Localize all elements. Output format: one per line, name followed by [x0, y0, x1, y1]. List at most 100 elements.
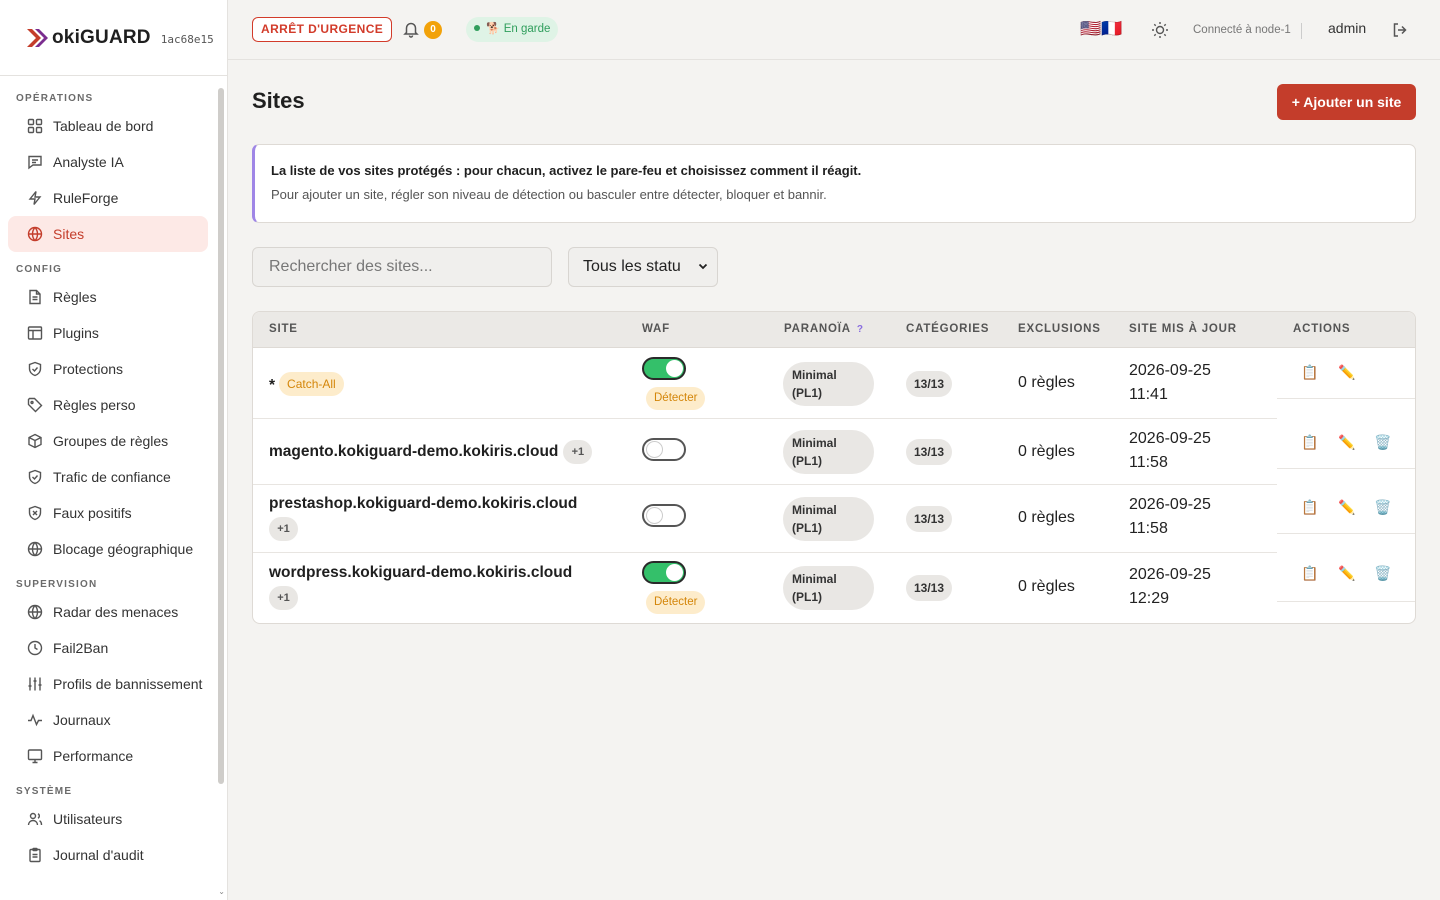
- paranoia-level-badge[interactable]: Minimal (PL1): [783, 362, 874, 406]
- sidebar-item-fail2ban[interactable]: Fail2Ban: [8, 630, 208, 666]
- current-user[interactable]: admin: [1328, 20, 1366, 36]
- sites-table: SITE WAF PARANOÏA? CATÉGORIES EXCLUSIONS…: [252, 311, 1416, 624]
- updated-time: 11:58: [1129, 520, 1168, 537]
- waf-mode-badge[interactable]: Détecter: [646, 591, 706, 614]
- sidebar-item-regles-perso[interactable]: Règles perso: [8, 387, 208, 423]
- copy-icon[interactable]: 📋: [1301, 499, 1318, 516]
- sidebar-item-groupes-de-regles[interactable]: Groupes de règles: [8, 423, 208, 459]
- waf-toggle[interactable]: [642, 357, 686, 380]
- sidebar-item-label: Radar des menaces: [53, 604, 179, 620]
- sidebar-item-faux-positifs[interactable]: Faux positifs: [8, 495, 208, 531]
- sidebar-item-label: Fail2Ban: [53, 640, 109, 656]
- updated-datetime: 2026-09-25 12:29: [1129, 563, 1211, 611]
- copy-icon[interactable]: 📋: [1301, 434, 1318, 451]
- updated-time: 11:41: [1129, 386, 1168, 403]
- waf-toggle[interactable]: [642, 438, 686, 461]
- sidebar-item-protections[interactable]: Protections: [8, 351, 208, 387]
- delete-icon[interactable]: 🗑️: [1374, 434, 1391, 451]
- logout-icon[interactable]: [1391, 21, 1409, 39]
- copy-icon[interactable]: 📋: [1301, 565, 1318, 582]
- sidebar-item-ruleforge[interactable]: RuleForge: [8, 180, 208, 216]
- edit-icon[interactable]: ✏️: [1338, 434, 1355, 451]
- paranoia-level-badge[interactable]: Minimal (PL1): [783, 497, 874, 541]
- column-header-waf[interactable]: WAF: [642, 323, 670, 335]
- emergency-stop-button[interactable]: ARRÊT D'URGENCE: [252, 17, 393, 42]
- edit-icon[interactable]: ✏️: [1338, 364, 1355, 381]
- site-name[interactable]: * Catch-All: [269, 372, 344, 396]
- globe-icon: [26, 540, 44, 558]
- sidebar-item-label: Règles: [53, 289, 97, 305]
- sidebar-item-label: Faux positifs: [53, 505, 132, 521]
- sidebar-scrollbar[interactable]: [218, 88, 224, 784]
- updated-date: 2026-09-25: [1129, 362, 1211, 379]
- categories-badge[interactable]: 13/13: [906, 506, 953, 532]
- edit-icon[interactable]: ✏️: [1338, 565, 1355, 582]
- paranoia-level-code: (PL1): [792, 386, 822, 400]
- box-icon: [26, 432, 44, 450]
- sidebar-item-utilisateurs[interactable]: Utilisateurs: [8, 801, 208, 837]
- actions-cell: 📋 ✏️ 🗑️: [1277, 534, 1415, 602]
- sidebar-item-journaux[interactable]: Journaux: [8, 702, 208, 738]
- sidebar-item-plugins[interactable]: Plugins: [8, 315, 208, 351]
- extra-hosts-badge[interactable]: +1: [269, 517, 298, 541]
- site-host: *: [269, 377, 276, 394]
- sidebar-item-label: Analyste IA: [53, 154, 124, 170]
- sidebar-item-profils-de-bannissement[interactable]: Profils de bannissement: [8, 666, 208, 702]
- dog-icon: 🐕: [486, 23, 501, 35]
- sliders-icon: [26, 675, 44, 693]
- waf-toggle[interactable]: [642, 504, 686, 527]
- site-name[interactable]: prestashop.kokiguard-demo.kokiris.cloud +…: [269, 495, 577, 541]
- column-header-site[interactable]: SITE: [269, 323, 298, 335]
- info-title: La liste de vos sites protégés : pour ch…: [271, 163, 862, 178]
- bell-icon[interactable]: [402, 20, 420, 38]
- chevron-down-icon: [697, 260, 709, 275]
- sidebar-item-radar-des-menaces[interactable]: Radar des menaces: [8, 594, 208, 630]
- extra-hosts-badge[interactable]: +1: [563, 440, 593, 464]
- sidebar-item-label: Journaux: [53, 712, 111, 728]
- sidebar-item-regles[interactable]: Règles: [8, 279, 208, 315]
- sidebar-item-label: Groupes de règles: [53, 433, 169, 449]
- site-name[interactable]: wordpress.kokiguard-demo.kokiris.cloud +1: [269, 564, 572, 610]
- column-header-updated[interactable]: SITE MIS À JOUR: [1129, 323, 1237, 335]
- status-filter-select[interactable]: Tous les statu: [568, 247, 718, 287]
- help-icon[interactable]: ?: [857, 324, 864, 335]
- activity-icon: [26, 711, 44, 729]
- toggle-knob: [666, 360, 683, 377]
- waf-toggle[interactable]: [642, 561, 686, 584]
- document-icon: [26, 288, 44, 306]
- scroll-down-arrow-icon[interactable]: ⌄: [218, 887, 225, 896]
- sidebar-item-journal-d-audit[interactable]: Journal d'audit: [8, 837, 208, 873]
- sidebar-item-trafic-de-confiance[interactable]: Trafic de confiance: [8, 459, 208, 495]
- sidebar-item-sites[interactable]: Sites: [8, 216, 208, 252]
- brand[interactable]: okiGUARD 1ac68e15: [0, 0, 227, 76]
- sidebar-item-tableau-de-bord[interactable]: Tableau de bord: [8, 108, 208, 144]
- categories-badge[interactable]: 13/13: [906, 371, 953, 397]
- delete-icon[interactable]: 🗑️: [1374, 565, 1391, 582]
- sidebar-item-performance[interactable]: Performance: [8, 738, 208, 774]
- paranoia-level-badge[interactable]: Minimal (PL1): [783, 566, 874, 610]
- page-title: Sites: [252, 88, 305, 113]
- toggle-knob: [666, 564, 683, 581]
- language-flags[interactable]: 🇺🇸🇫🇷: [1080, 19, 1122, 39]
- paranoia-level-label: Minimal: [792, 436, 837, 450]
- sidebar-item-analyste-ia[interactable]: Analyste IA: [8, 144, 208, 180]
- column-header-categories[interactable]: CATÉGORIES: [906, 323, 989, 335]
- status-dot-icon: [474, 25, 480, 31]
- clipboard-icon: [26, 846, 44, 864]
- edit-icon[interactable]: ✏️: [1338, 499, 1355, 516]
- search-input[interactable]: [252, 247, 552, 287]
- sun-icon[interactable]: [1151, 21, 1169, 39]
- categories-badge[interactable]: 13/13: [906, 439, 953, 465]
- column-header-exclusions[interactable]: EXCLUSIONS: [1018, 323, 1101, 335]
- categories-badge[interactable]: 13/13: [906, 575, 953, 601]
- site-name[interactable]: magento.kokiguard-demo.kokiris.cloud +1: [269, 440, 593, 464]
- paranoia-level-badge[interactable]: Minimal (PL1): [783, 430, 874, 474]
- sidebar-item-blocage-geographique[interactable]: Blocage géographique: [8, 531, 208, 567]
- column-header-paranoia[interactable]: PARANOÏA?: [784, 323, 864, 335]
- waf-mode-badge[interactable]: Détecter: [646, 387, 706, 410]
- extra-hosts-badge[interactable]: +1: [269, 586, 298, 610]
- topbar: ARRÊT D'URGENCE 0 🐕 En garde 🇺🇸🇫🇷 Connec…: [228, 0, 1440, 60]
- add-site-button[interactable]: + Ajouter un site: [1277, 84, 1416, 120]
- copy-icon[interactable]: 📋: [1301, 364, 1318, 381]
- delete-icon[interactable]: 🗑️: [1374, 499, 1391, 516]
